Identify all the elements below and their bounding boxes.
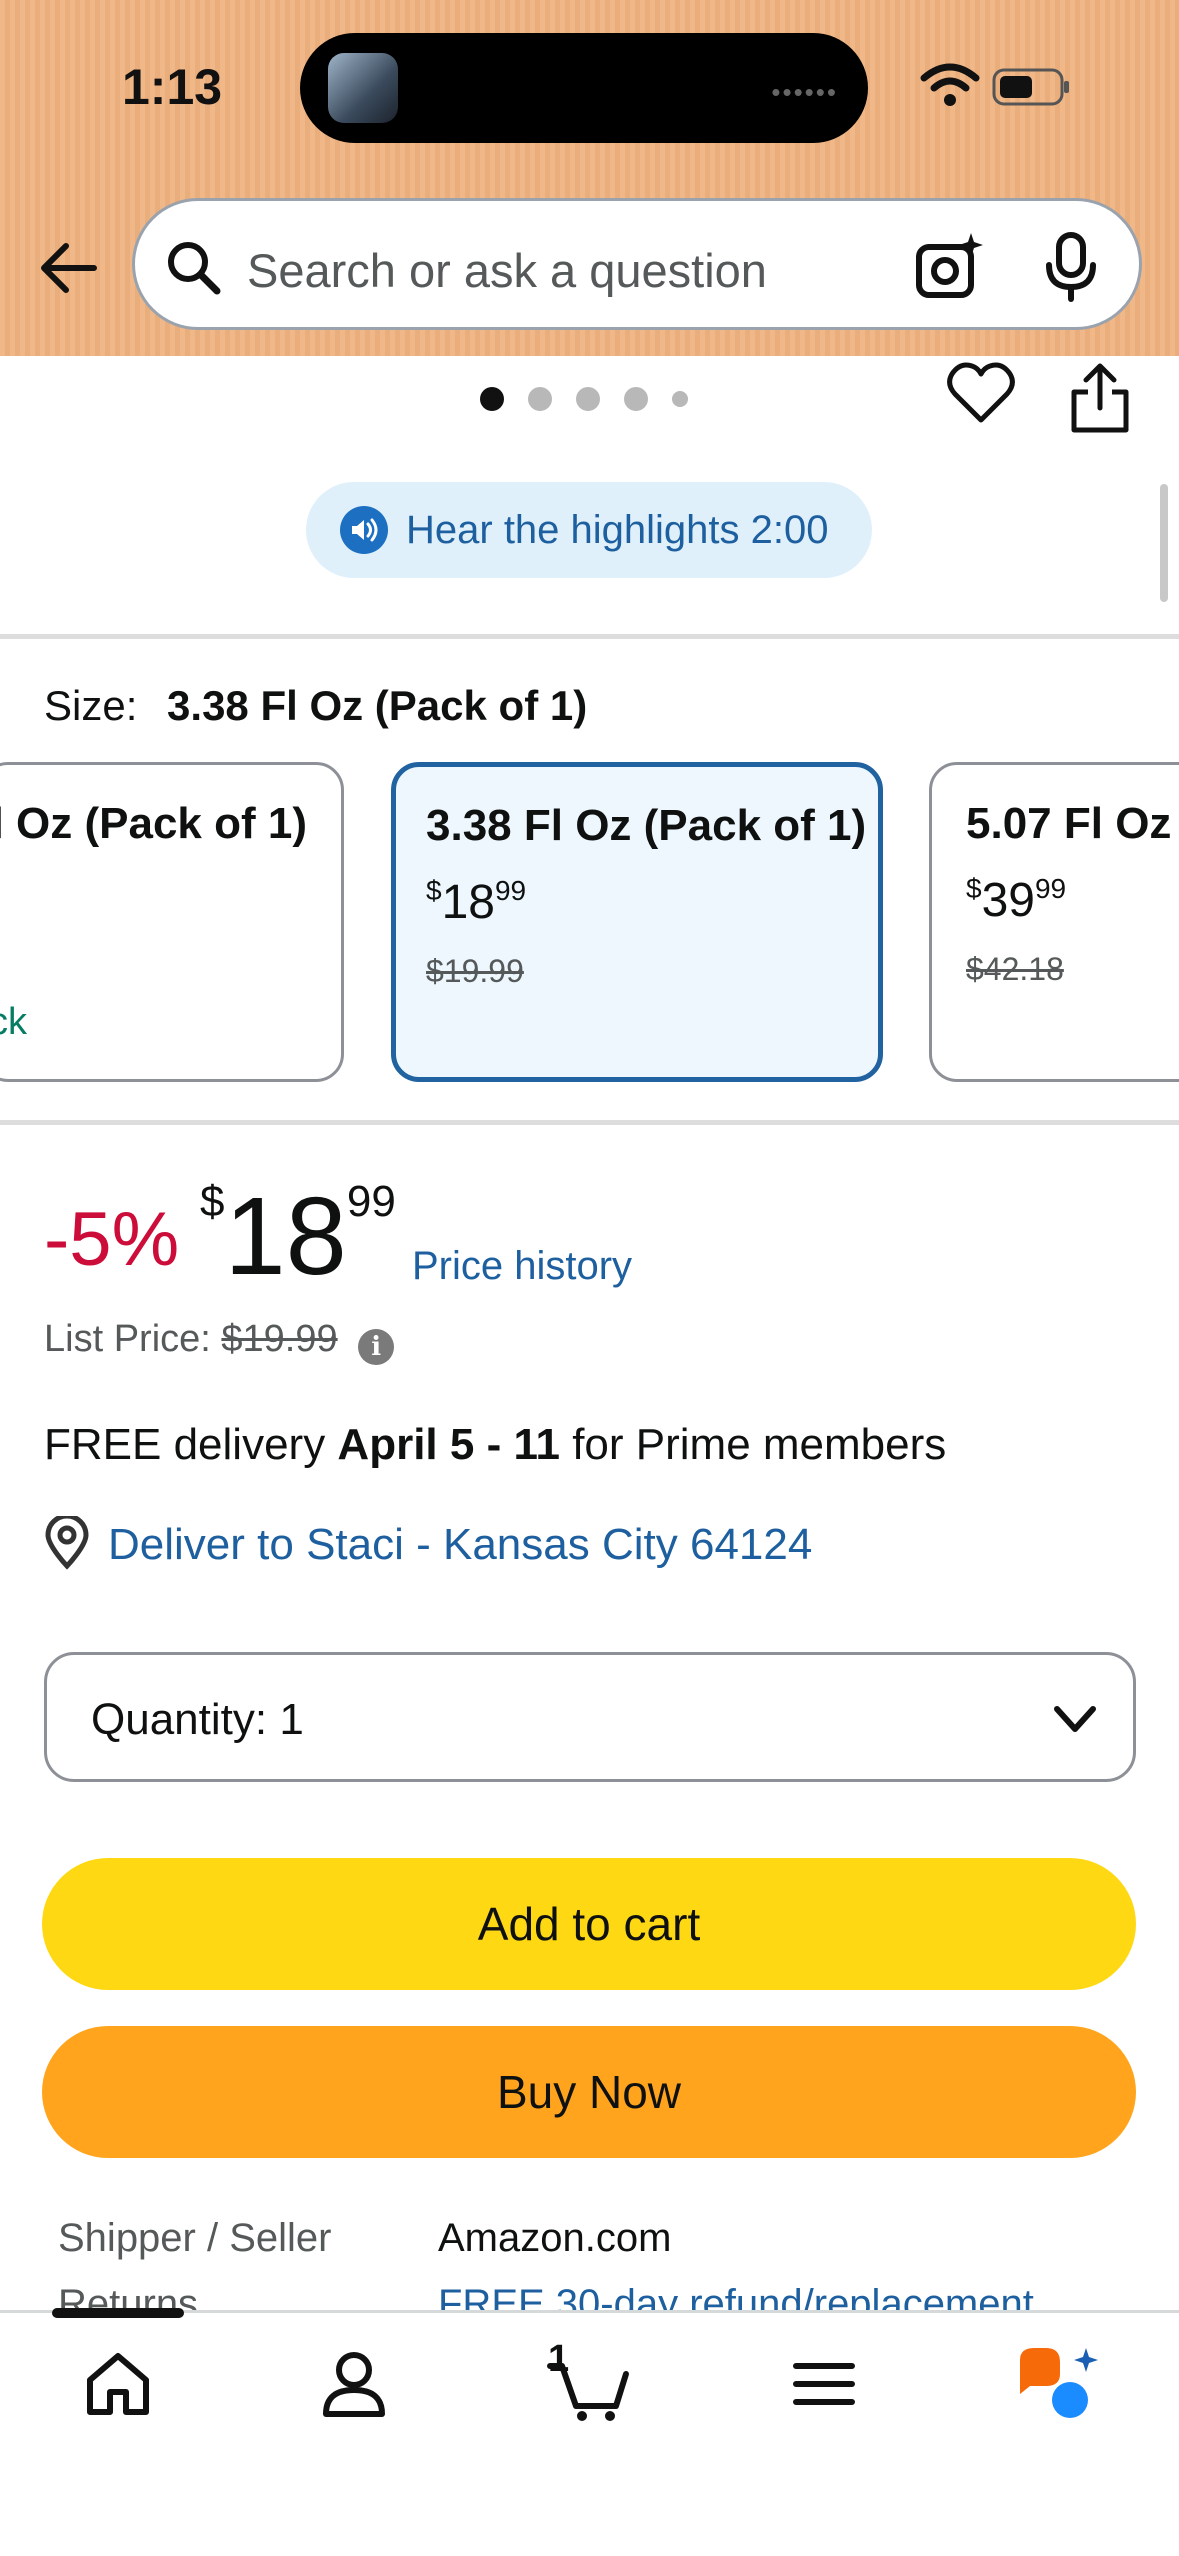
- wifi-icon: [920, 63, 980, 106]
- heart-icon[interactable]: [946, 362, 1016, 426]
- currency-symbol: $: [426, 875, 442, 906]
- size-option-title: Fl Oz (Pack of 1): [0, 799, 307, 848]
- chevron-down-icon: [1054, 1706, 1096, 1732]
- active-tab-indicator: [52, 2308, 184, 2318]
- info-icon[interactable]: i: [358, 1329, 395, 1365]
- back-arrow-icon[interactable]: [32, 232, 104, 304]
- location-pin-icon: [45, 1516, 89, 1570]
- hear-highlights-label: Hear the highlights 2:00: [406, 507, 829, 552]
- now-playing-thumbnail: [328, 53, 398, 123]
- search-icon: [168, 242, 221, 295]
- carousel-dot[interactable]: [672, 391, 688, 407]
- quantity-display: Quantity: 1: [91, 1695, 304, 1745]
- price-cents: 99: [494, 875, 527, 906]
- size-option-card[interactable]: Fl Oz (Pack of 1) ck: [0, 762, 344, 1082]
- discount-percent: -5%: [44, 1197, 180, 1282]
- search-bar[interactable]: Search or ask a question: [132, 198, 1142, 330]
- size-option-stock: ck: [0, 1001, 27, 1043]
- profile-icon[interactable]: [314, 2344, 394, 2424]
- size-option-card[interactable]: 5.07 Fl Oz ( $3999 $42.18: [929, 762, 1179, 1082]
- buy-now-button[interactable]: Buy Now: [42, 2026, 1136, 2158]
- image-carousel-dots[interactable]: [480, 386, 712, 412]
- shipper-seller-label: Shipper / Seller: [58, 2216, 332, 2260]
- list-price: List Price: $19.99 i: [44, 1318, 395, 1365]
- price-cents: 99: [346, 1177, 396, 1226]
- quantity-value: 1: [279, 1695, 304, 1744]
- size-option-price: $3999: [966, 873, 1066, 928]
- menu-icon[interactable]: [784, 2344, 864, 2424]
- add-to-cart-button[interactable]: Add to cart: [42, 1858, 1136, 1990]
- quantity-dropdown[interactable]: Quantity: 1: [44, 1652, 1136, 1782]
- rufus-assistant-icon[interactable]: [1012, 2344, 1102, 2424]
- carousel-dot[interactable]: [576, 387, 600, 411]
- delivery-suffix: for Prime members: [559, 1420, 947, 1469]
- status-time: 1:13: [122, 59, 223, 115]
- size-option-price: $1899: [426, 875, 526, 930]
- share-icon[interactable]: [1066, 360, 1134, 436]
- header: 1:13 •••••• Search or ask a question: [0, 0, 1179, 356]
- microphone-icon[interactable]: [1041, 231, 1101, 303]
- deliver-to-link[interactable]: Deliver to Staci - Kansas City 64124: [108, 1520, 812, 1570]
- shipper-seller-value: Amazon.com: [438, 2216, 672, 2260]
- search-input[interactable]: Search or ask a question: [247, 243, 767, 298]
- carousel-dot[interactable]: [528, 387, 552, 411]
- size-label: Size:: [44, 682, 138, 729]
- price-whole: 18: [441, 876, 495, 929]
- carousel-dot[interactable]: [480, 387, 504, 411]
- price-cents: 99: [1034, 873, 1067, 904]
- battery-icon: [992, 68, 1069, 106]
- carousel-dot[interactable]: [624, 387, 648, 411]
- selected-size-value: 3.38 Fl Oz (Pack of 1): [167, 682, 588, 729]
- size-option-list-price: $19.99: [426, 953, 524, 989]
- size-option-list-price: $42.18: [966, 951, 1064, 987]
- divider: [0, 634, 1179, 639]
- quantity-label: Quantity:: [91, 1695, 268, 1744]
- delivery-dates: April 5 - 11: [337, 1420, 560, 1469]
- size-option-card-selected[interactable]: 3.38 Fl Oz (Pack of 1) $1899 $19.99: [391, 762, 883, 1082]
- size-option-title: 5.07 Fl Oz (: [966, 799, 1179, 848]
- waveform-icon: ••••••: [771, 77, 838, 107]
- current-price: $1899: [200, 1180, 396, 1292]
- currency-symbol: $: [966, 873, 982, 904]
- delivery-prefix: FREE delivery: [44, 1420, 338, 1469]
- dynamic-island: ••••••: [300, 33, 868, 143]
- price-whole: 18: [224, 1175, 347, 1298]
- divider: [0, 1120, 1179, 1125]
- camera-lens-icon[interactable]: [913, 231, 985, 303]
- size-selection-line: Size: 3.38 Fl Oz (Pack of 1): [44, 682, 587, 730]
- audio-speaker-icon: [340, 506, 388, 554]
- size-option-title: 3.38 Fl Oz (Pack of 1): [426, 801, 867, 850]
- hear-highlights-button[interactable]: Hear the highlights 2:00: [306, 482, 872, 578]
- home-icon[interactable]: [78, 2344, 158, 2424]
- scrollbar[interactable]: [1160, 484, 1168, 602]
- price-whole: 39: [981, 874, 1035, 927]
- price-history-link[interactable]: Price history: [412, 1244, 632, 1289]
- cart-count-badge: 1: [548, 2338, 570, 2380]
- list-price-label: List Price:: [44, 1318, 211, 1360]
- currency-symbol: $: [200, 1177, 225, 1226]
- delivery-info: FREE delivery April 5 - 11 for Prime mem…: [44, 1420, 946, 1470]
- list-price-value: $19.99: [221, 1318, 338, 1360]
